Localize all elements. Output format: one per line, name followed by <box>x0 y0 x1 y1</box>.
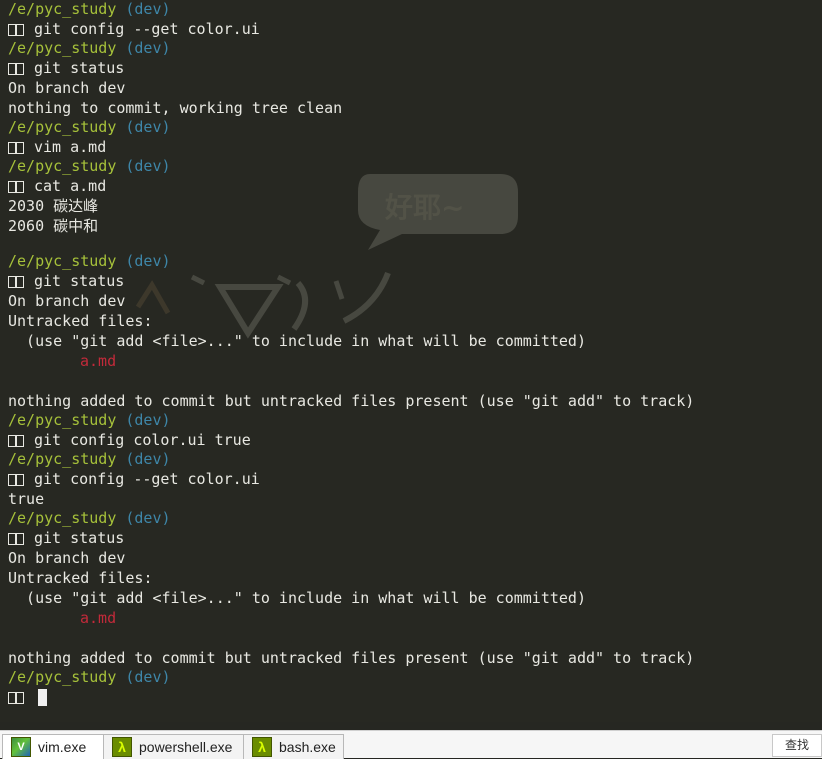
prompt-branch: (dev) <box>125 450 171 468</box>
command-text: git status <box>34 272 125 290</box>
command-text: git status <box>34 59 125 77</box>
command-text: git status <box>34 529 125 547</box>
prompt-line: /e/pyc_study (dev) <box>8 157 822 176</box>
command-text: git config --get color.ui <box>34 470 260 488</box>
command-line: git config --get color.ui <box>8 469 822 489</box>
output-line: nothing added to commit but untracked fi… <box>8 392 695 410</box>
prompt-symbol-icon <box>8 532 25 545</box>
prompt-path: /e/pyc_study <box>8 0 117 18</box>
untracked-file: a.md <box>80 609 117 627</box>
prompt-line: /e/pyc_study (dev) <box>8 118 822 137</box>
prompt-line: /e/pyc_study (dev) <box>8 39 822 58</box>
command-text: git config --get color.ui <box>34 20 260 38</box>
output-line: 2060 碳中和 <box>8 217 99 235</box>
tab-vim[interactable]: V vim.exe <box>2 734 105 759</box>
output-line: nothing to commit, working tree clean <box>8 99 343 117</box>
command-line: git status <box>8 58 822 78</box>
prompt-symbol-icon <box>8 434 25 447</box>
tab-bash[interactable]: λ bash.exe <box>243 734 344 759</box>
active-command-line[interactable] <box>8 687 822 707</box>
prompt-symbol-icon <box>8 62 25 75</box>
tab-label: powershell.exe <box>139 739 233 755</box>
command-line: git config --get color.ui <box>8 19 822 39</box>
output-line: (use "git add <file>..." to include in w… <box>8 589 586 607</box>
output-line: (use "git add <file>..." to include in w… <box>8 332 586 350</box>
command-line: git config color.ui true <box>8 430 822 450</box>
prompt-path: /e/pyc_study <box>8 411 117 429</box>
output-line: 2030 碳达峰 <box>8 197 99 215</box>
command-text: cat a.md <box>34 177 107 195</box>
prompt-branch: (dev) <box>125 157 171 175</box>
output-line: true <box>8 490 45 508</box>
text-cursor <box>38 689 47 706</box>
prompt-line: /e/pyc_study (dev) <box>8 252 822 271</box>
prompt-path: /e/pyc_study <box>8 668 117 686</box>
output-line: Untracked files: <box>8 312 153 330</box>
output-line: On branch dev <box>8 549 126 567</box>
prompt-symbol-icon <box>8 275 25 288</box>
output-line: On branch dev <box>8 292 126 310</box>
prompt-branch: (dev) <box>125 118 171 136</box>
search-box[interactable]: 查找 <box>772 734 822 757</box>
output-line: Untracked files: <box>8 569 153 587</box>
prompt-symbol-icon <box>8 141 25 154</box>
command-text: git config color.ui true <box>34 431 251 449</box>
prompt-symbol-icon <box>8 180 25 193</box>
prompt-branch: (dev) <box>125 509 171 527</box>
prompt-branch: (dev) <box>125 39 171 57</box>
prompt-branch: (dev) <box>125 252 171 270</box>
prompt-path: /e/pyc_study <box>8 252 117 270</box>
untracked-file-line: a.md <box>8 608 822 628</box>
prompt-line: /e/pyc_study (dev) <box>8 509 822 528</box>
prompt-branch: (dev) <box>125 0 171 18</box>
console-tab-bar: V vim.exe λ powershell.exe λ bash.exe 查找 <box>0 730 822 759</box>
command-line: cat a.md <box>8 176 822 196</box>
prompt-symbol-icon <box>8 473 25 486</box>
command-line: git status <box>8 271 822 291</box>
lambda-icon: λ <box>112 737 132 757</box>
prompt-branch: (dev) <box>125 411 171 429</box>
prompt-symbol-icon <box>8 23 25 36</box>
command-text: vim a.md <box>34 138 107 156</box>
prompt-path: /e/pyc_study <box>8 157 117 175</box>
command-line: git status <box>8 528 822 548</box>
prompt-path: /e/pyc_study <box>8 39 117 57</box>
prompt-path: /e/pyc_study <box>8 450 117 468</box>
command-line: vim a.md <box>8 137 822 157</box>
terminal-window[interactable]: 好耶~ /e/pyc_study (dev) git config --get c… <box>0 0 822 722</box>
prompt-line: /e/pyc_study (dev) <box>8 411 822 430</box>
vim-icon: V <box>11 737 31 757</box>
untracked-file: a.md <box>80 352 117 370</box>
tab-powershell[interactable]: λ powershell.exe <box>103 734 245 759</box>
prompt-symbol-icon <box>8 691 25 704</box>
prompt-branch: (dev) <box>125 668 171 686</box>
output-line: nothing added to commit but untracked fi… <box>8 649 695 667</box>
terminal-output: /e/pyc_study (dev) git config --get color… <box>8 0 822 707</box>
lambda-icon: λ <box>252 737 272 757</box>
prompt-line: /e/pyc_study (dev) <box>8 668 822 687</box>
prompt-path: /e/pyc_study <box>8 509 117 527</box>
untracked-file-line: a.md <box>8 351 822 371</box>
output-line: On branch dev <box>8 79 126 97</box>
tab-label: vim.exe <box>38 739 87 755</box>
prompt-line: /e/pyc_study (dev) <box>8 450 822 469</box>
prompt-line: /e/pyc_study (dev) <box>8 0 822 19</box>
tab-label: bash.exe <box>279 739 336 755</box>
prompt-path: /e/pyc_study <box>8 118 117 136</box>
